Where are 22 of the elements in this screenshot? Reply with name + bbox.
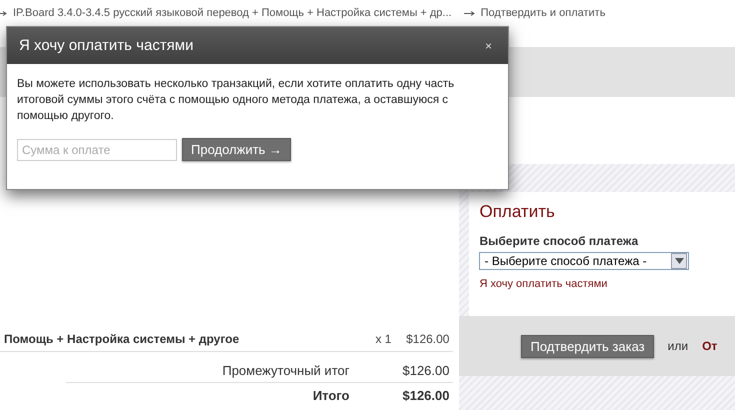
item-price: $126.00 [405, 332, 450, 346]
payment-method-label: Выберите способ платежа [479, 234, 640, 248]
breadcrumb-link[interactable]: IP.Board 3.4.0-3.4.5 русский языковой перевод + Помощь + Настройка системы + др... [13, 7, 452, 19]
close-button[interactable]: × [480, 38, 496, 52]
total-label: Итого [312, 388, 350, 402]
or-text: или [668, 339, 688, 353]
payment-method-dropdown[interactable]: - Выберите способ платежа - [479, 252, 690, 270]
total-amount: $126.00 [401, 388, 450, 402]
amount-input-field[interactable]: Сумма к оплате [17, 138, 177, 160]
confirm-order-button[interactable]: Подтвердить заказ [521, 334, 654, 358]
payment-title: Оплатить [479, 202, 556, 222]
subtotal-amount: $126.00 [401, 362, 450, 378]
continue-button[interactable]: Продолжить → [182, 138, 291, 161]
dialog-description: Вы можете использовать несколько транзакций, если хотите оплатить одну часть итоговой суммы этого счёта с помощью одного метода платежа, а оставшуюся с помощью другого. [17, 77, 456, 124]
dialog-title: Я хочу оплатить частями [19, 37, 194, 54]
breadcrumb-arrow-icon [464, 10, 475, 16]
item-quantity: x 1 [375, 332, 392, 346]
cancel-link[interactable]: От [702, 339, 718, 353]
item-name: Помощь + Настройка системы + другое [4, 332, 240, 346]
split-payment-link[interactable]: Я хочу оплатить частями [479, 278, 735, 290]
breadcrumb-link[interactable]: Подтвердить и оплатить [480, 7, 606, 19]
subtotal-label: Промежуточный итог [222, 362, 350, 378]
